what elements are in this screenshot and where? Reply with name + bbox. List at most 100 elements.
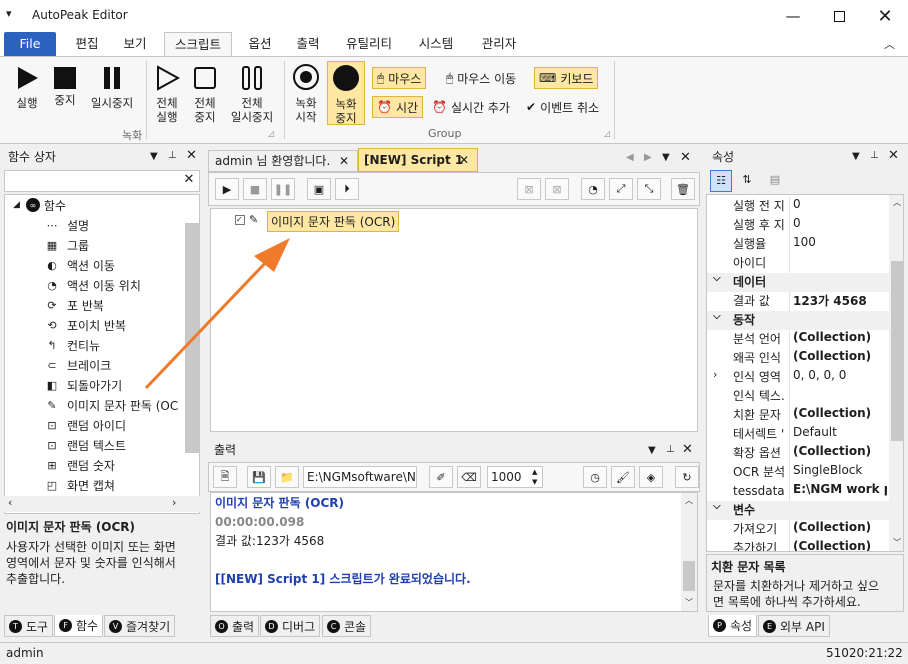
disable-button[interactable]: ⊠ bbox=[517, 178, 541, 200]
dialog-launcher-icon[interactable]: ◿ bbox=[268, 129, 274, 138]
quick-access-icon[interactable]: ▾ bbox=[6, 7, 12, 20]
tab-script[interactable]: 스크립트 bbox=[164, 32, 232, 56]
collapse-ribbon-icon[interactable]: ︿ bbox=[884, 36, 895, 52]
tab-list-icon[interactable]: ▼ bbox=[662, 152, 670, 163]
sort-az-icon[interactable]: ⇅ bbox=[736, 170, 758, 192]
tree-item[interactable]: ▦ 그룹 bbox=[45, 235, 89, 255]
time-button[interactable]: ⏰ 시간 bbox=[372, 96, 424, 118]
pin-icon[interactable]: ⊥ bbox=[870, 150, 879, 161]
close-button[interactable]: ✕ bbox=[862, 0, 908, 32]
prop-value[interactable]: (Collection) bbox=[793, 520, 887, 534]
mouse-button[interactable]: 🖱 마우스 bbox=[372, 67, 427, 89]
tab-view[interactable]: 보기 bbox=[114, 32, 156, 56]
prop-value[interactable]: 123가 4568 bbox=[793, 292, 887, 309]
prop-row[interactable]: 실행 후 지 0 bbox=[707, 216, 887, 235]
expand-button[interactable]: ⤢ bbox=[609, 178, 633, 200]
run-all-button[interactable]: 전체 실행 bbox=[150, 65, 184, 124]
record-stop-button[interactable]: 녹화 중지 bbox=[327, 61, 365, 125]
prop-row[interactable]: 테서렉트 ' Default bbox=[707, 425, 887, 444]
prop-row[interactable]: 가져오기 (Collection) bbox=[707, 520, 887, 539]
prop-value[interactable]: (Collection) bbox=[793, 406, 887, 420]
step-button[interactable]: ▣ bbox=[307, 178, 331, 200]
expand-icon[interactable]: ◢ bbox=[13, 200, 20, 210]
interval-stepper[interactable]: 1000 ▲ ▼ bbox=[487, 466, 543, 488]
new-log-button[interactable]: 🗎 bbox=[213, 466, 237, 488]
close-tab-icon[interactable]: ✕ bbox=[459, 149, 469, 171]
spin-icon[interactable]: ▲ ▼ bbox=[532, 467, 537, 487]
save-button[interactable]: 💾 bbox=[247, 466, 271, 488]
prop-row[interactable]: 추가하기 (Collection) bbox=[707, 539, 887, 551]
tree-item[interactable]: ◧ 되돌아가기 bbox=[45, 375, 122, 395]
tab-system[interactable]: 시스템 bbox=[412, 32, 460, 56]
tab-file[interactable]: File bbox=[4, 32, 56, 56]
eraser-button[interactable]: ⌫ bbox=[457, 466, 481, 488]
tree-item[interactable]: ⟲ 포이치 반복 bbox=[45, 315, 126, 335]
record-start-button[interactable]: 녹화 시작 bbox=[288, 63, 324, 124]
prop-row[interactable]: › 인식 영역 0, 0, 0, 0 bbox=[707, 368, 887, 387]
tab-output-panel[interactable]: O 출력 bbox=[210, 615, 260, 637]
tree-item[interactable]: ◰ 화면 캡쳐 bbox=[45, 475, 115, 495]
tab-favorites[interactable]: V 즐겨찾기 bbox=[104, 615, 176, 637]
pin-icon[interactable]: ⊥ bbox=[666, 444, 675, 455]
prop-value[interactable]: SingleBlock bbox=[793, 463, 887, 477]
property-pages-icon[interactable]: ▤ bbox=[764, 170, 786, 192]
tab-admin[interactable]: 관리자 bbox=[472, 32, 526, 56]
doc-tab-welcome[interactable]: admin 님 환영합니다. ✕ bbox=[208, 150, 358, 172]
log-path-input[interactable]: E:\NGMsoftware\NG bbox=[303, 466, 417, 488]
script-stop-button[interactable]: ■ bbox=[243, 178, 267, 200]
tree-item[interactable]: ✎ 이미지 문자 판독 (OC bbox=[45, 395, 178, 415]
tab-properties[interactable]: P 속성 bbox=[708, 615, 758, 637]
dropdown-icon[interactable]: ▼ bbox=[852, 151, 860, 162]
refresh-button[interactable]: ↻ bbox=[675, 466, 699, 488]
prop-row[interactable]: 실행율 100 bbox=[707, 235, 887, 254]
tab-edit[interactable]: 편집 bbox=[66, 32, 108, 56]
prop-value[interactable]: 0, 0, 0, 0 bbox=[793, 368, 887, 382]
prop-value[interactable]: 0 bbox=[793, 197, 887, 211]
prop-value[interactable]: (Collection) bbox=[793, 539, 887, 551]
log-scrollbar[interactable]: ︿ ﹀ bbox=[681, 493, 697, 611]
dropdown-icon[interactable]: ▼ bbox=[648, 445, 656, 456]
prop-category[interactable]: ⌵ 변수 bbox=[707, 501, 889, 520]
tree-root[interactable]: ◢ ∞ 함수 bbox=[13, 195, 66, 215]
fill-button[interactable]: ◈ bbox=[639, 466, 663, 488]
realtime-add-button[interactable]: ⏰ 실시간 추가 bbox=[428, 96, 514, 118]
script-node-ocr[interactable]: 이미지 문자 판독 (OCR) bbox=[267, 211, 400, 232]
prop-row[interactable]: 인식 텍스. bbox=[707, 387, 887, 406]
tree-item[interactable]: ⋯ 설명 bbox=[45, 215, 90, 235]
close-panel-icon[interactable]: ✕ bbox=[682, 442, 693, 457]
stop-all-button[interactable]: 전체 중지 bbox=[188, 65, 222, 124]
pause-button[interactable]: 일시중지 bbox=[84, 65, 140, 110]
open-folder-button[interactable]: 📁 bbox=[275, 466, 299, 488]
prop-row[interactable]: 아이디 bbox=[707, 254, 887, 273]
tree-item[interactable]: ↰ 컨티뉴 bbox=[45, 335, 100, 355]
tab-scroll-left-icon[interactable]: ◀ bbox=[626, 152, 634, 163]
props-scrollbar[interactable]: ︿ ﹀ bbox=[889, 195, 903, 551]
tree-item[interactable]: ◐ 액션 이동 bbox=[45, 255, 115, 275]
tab-functions[interactable]: F 함수 bbox=[54, 615, 104, 637]
tree-item[interactable]: ⊂ 브레이크 bbox=[45, 355, 111, 375]
tree-item[interactable]: ◔ 액션 이동 위치 bbox=[45, 275, 141, 295]
node-checkbox[interactable]: ✓ bbox=[235, 215, 245, 225]
prop-value[interactable]: 0 bbox=[793, 216, 887, 230]
prop-row[interactable]: 실행 전 지 0 bbox=[707, 197, 887, 216]
pause-all-button[interactable]: 전체 일시중지 bbox=[226, 65, 278, 124]
doc-tab-script[interactable]: [NEW] Script 1 ✕ bbox=[358, 148, 478, 172]
clear-search-icon[interactable]: ✕ bbox=[180, 172, 198, 190]
prop-row[interactable]: 확장 옵션 (Collection) bbox=[707, 444, 887, 463]
collapse-icon[interactable]: ⌵ bbox=[713, 501, 721, 512]
timer-button[interactable]: ◔ bbox=[581, 178, 605, 200]
disable2-button[interactable]: ⊠ bbox=[545, 178, 569, 200]
dialog-launcher-icon[interactable]: ◿ bbox=[604, 129, 610, 138]
prop-row[interactable]: 결과 값 123가 4568 bbox=[707, 292, 887, 311]
tab-external-api[interactable]: E 외부 API bbox=[758, 615, 830, 637]
prop-value[interactable]: (Collection) bbox=[793, 444, 887, 458]
script-run-button[interactable]: ▶ bbox=[215, 178, 239, 200]
brush-button[interactable]: 🖌 bbox=[611, 466, 635, 488]
prop-category[interactable]: ⌵ 동작 bbox=[707, 311, 889, 330]
script-pause-button[interactable]: ❚❚ bbox=[271, 178, 295, 200]
stop-button[interactable]: 중지 bbox=[48, 65, 82, 107]
minimize-button[interactable]: — bbox=[770, 0, 816, 32]
prop-value[interactable]: (Collection) bbox=[793, 349, 887, 363]
prop-row[interactable]: OCR 분석 SingleBlock bbox=[707, 463, 887, 482]
prop-value[interactable]: 100 bbox=[793, 235, 887, 249]
